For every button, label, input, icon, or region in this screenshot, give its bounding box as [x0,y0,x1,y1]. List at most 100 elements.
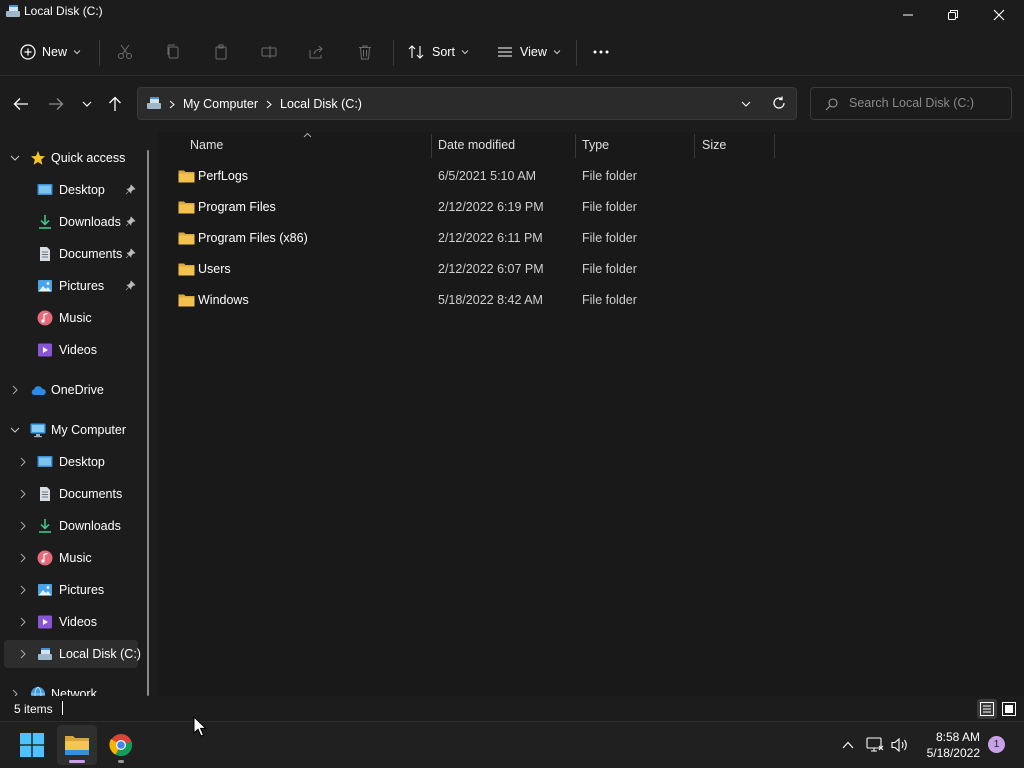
close-icon [993,9,1005,21]
copy-button[interactable] [165,38,181,66]
sidebar-item-local-disk[interactable]: Local Disk (C:) [4,640,141,668]
sidebar-item-label: My Computer [51,423,127,437]
file-row[interactable]: Windows 5/18/2022 8:42 AM File folder [170,285,782,315]
sidebar-item-downloads[interactable]: Downloads [0,208,148,236]
computer-icon [30,423,46,438]
notification-badge[interactable]: 1 [988,736,1005,753]
column-divider[interactable] [431,134,432,158]
file-date: 2/12/2022 6:11 PM [438,231,543,245]
sidebar-item-videos[interactable]: Videos [0,336,148,364]
search-box[interactable] [810,87,1012,120]
clock[interactable]: 8:58 AM 5/18/2022 [900,729,980,761]
chevron-down-icon[interactable] [741,100,751,108]
status-divider [62,701,63,715]
chevron-right-icon [169,100,175,109]
share-button[interactable] [309,38,325,66]
sidebar-item-music[interactable]: Music [0,304,148,332]
column-divider[interactable] [694,134,695,158]
file-type: File folder [582,231,637,245]
column-divider[interactable] [774,134,775,158]
sidebar-item-pc-pictures[interactable]: Pictures [0,576,148,604]
address-bar[interactable]: My Computer Local Disk (C:) [137,87,797,120]
sidebar-item-pc-videos[interactable]: Videos [0,608,148,636]
chevron-down-icon [10,155,20,161]
toolbar-divider [576,40,577,66]
toolbar-divider [393,40,394,66]
sidebar-item-quick-access[interactable]: Quick access [0,144,148,172]
file-date: 5/18/2022 8:42 AM [438,293,543,307]
toolbar-divider [99,40,100,66]
download-icon [39,215,51,229]
delete-button[interactable] [357,38,373,66]
details-view-button[interactable] [977,699,997,719]
rename-icon [261,46,277,58]
new-button[interactable]: New [20,38,81,66]
more-options-button[interactable] [592,38,610,66]
cut-button[interactable] [117,38,133,66]
refresh-icon[interactable] [772,96,786,110]
file-row[interactable]: Program Files (x86) 2/12/2022 6:11 PM Fi… [170,223,782,253]
sidebar-item-pc-downloads[interactable]: Downloads [0,512,148,540]
sidebar-item-network[interactable]: Network [0,680,148,696]
folder-icon [178,201,195,214]
chevron-down-icon [73,50,81,55]
sort-button[interactable]: Sort [408,38,469,66]
chevron-right-icon [266,100,272,109]
pin-icon [125,216,136,227]
chevron-right-icon [20,585,26,595]
active-indicator [69,760,85,763]
close-button[interactable] [976,0,1022,30]
videos-icon [38,615,52,629]
column-header-label: Date modified [438,138,516,152]
drive-icon [6,5,20,17]
column-divider[interactable] [575,134,576,158]
sidebar-item-label: Videos [59,615,97,629]
show-hidden-icons-button[interactable] [839,736,857,754]
sidebar-item-pc-documents[interactable]: Documents [0,480,148,508]
tiles-view-button[interactable] [999,699,1019,719]
videos-icon [38,343,52,357]
start-button[interactable] [12,725,52,765]
sidebar-scrollbar[interactable] [147,150,149,696]
sidebar-item-label: OneDrive [51,383,104,397]
up-button[interactable] [105,94,125,114]
desktop-icon [37,456,53,467]
breadcrumb-my-computer[interactable]: My Computer [183,97,258,111]
paste-button[interactable] [213,38,229,66]
sidebar-item-pc-music[interactable]: Music [0,544,148,572]
document-icon [40,247,50,261]
file-type: File folder [582,293,637,307]
trash-icon [359,45,371,60]
minimize-button[interactable] [885,0,931,30]
sidebar-item-onedrive[interactable]: OneDrive [0,376,148,404]
view-button[interactable]: View [496,38,561,66]
rename-button[interactable] [261,38,277,66]
file-row[interactable]: PerfLogs 6/5/2021 5:10 AM File folder [170,161,782,191]
sidebar-item-label: Music [59,311,92,325]
back-button[interactable] [11,94,31,114]
sidebar-item-pc-desktop[interactable]: Desktop [0,448,148,476]
sidebar-item-documents[interactable]: Documents [0,240,148,268]
windows-logo-icon [20,733,44,757]
network-icon [31,686,45,696]
search-input[interactable] [849,96,1007,110]
breadcrumb-local-disk[interactable]: Local Disk (C:) [280,97,362,111]
title-bar: Local Disk (C:) [0,0,1024,30]
taskbar-chrome[interactable] [101,725,141,765]
restore-button[interactable] [930,0,976,30]
sidebar-item-label: Downloads [59,519,121,533]
sidebar-item-desktop[interactable]: Desktop [0,176,148,204]
sidebar-item-label: Network [51,687,97,696]
taskbar-file-explorer[interactable] [57,725,97,765]
file-row[interactable]: Program Files 2/12/2022 6:19 PM File fol… [170,192,782,222]
network-status-button[interactable] [866,736,884,754]
chrome-icon [109,734,133,757]
sidebar-item-label: Videos [59,343,97,357]
star-icon [31,151,45,165]
file-row[interactable]: Users 2/12/2022 6:07 PM File folder [170,254,782,284]
recent-locations-button[interactable] [77,94,97,114]
sidebar-item-pictures[interactable]: Pictures [0,272,148,300]
forward-button[interactable] [46,94,66,114]
sidebar-item-my-computer[interactable]: My Computer [0,416,148,444]
download-icon [39,519,51,533]
